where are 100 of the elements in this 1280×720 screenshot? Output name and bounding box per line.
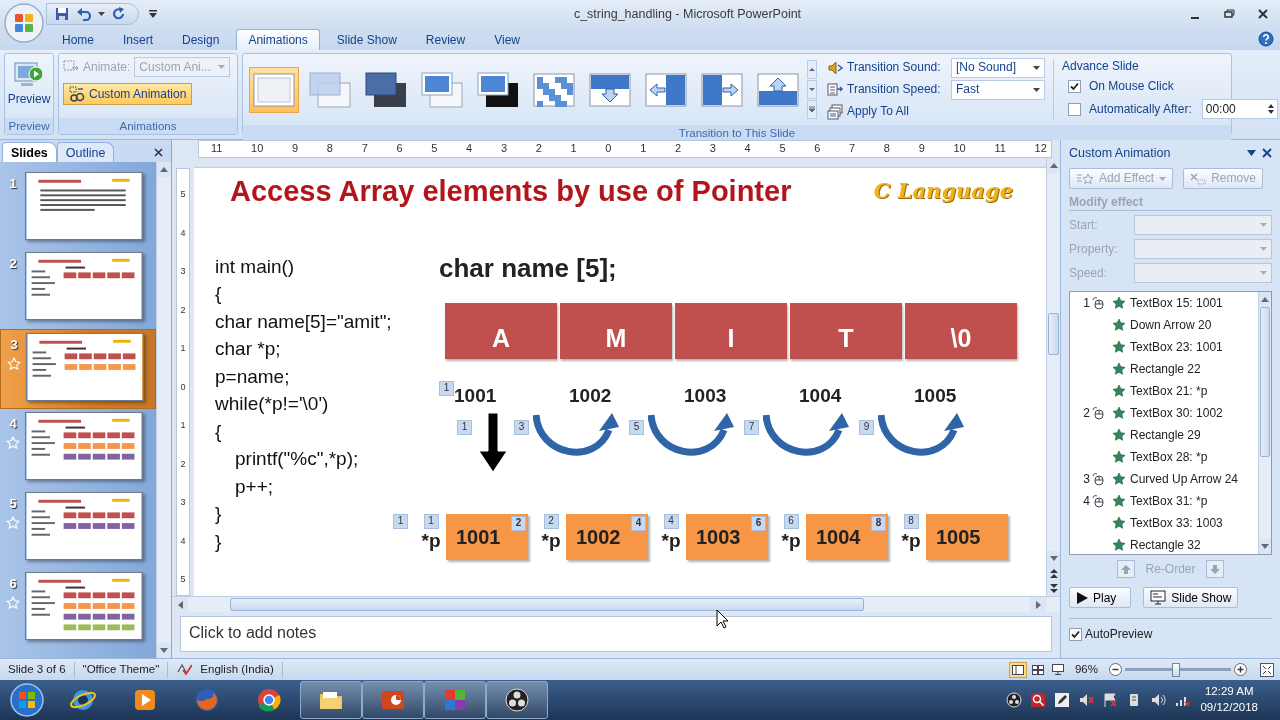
slide-thumbnail[interactable]: [25, 252, 143, 320]
speaker-icon[interactable]: [1078, 692, 1095, 708]
zoom-level[interactable]: 96%: [1074, 662, 1098, 677]
order-number: 4: [1082, 494, 1091, 509]
close-icon[interactable]: [1262, 148, 1272, 158]
volume-icon[interactable]: [1150, 692, 1167, 708]
clock-time[interactable]: 12:29 AM: [1204, 685, 1254, 699]
pane-tab[interactable]: Outline: [56, 142, 115, 162]
close-button[interactable]: [154, 148, 163, 157]
effect-item[interactable]: TextBox 33: 1003: [1070, 512, 1258, 535]
remove-icon: [1190, 172, 1207, 185]
ruler-number: 5: [431, 142, 438, 156]
taskbar-button[interactable]: [300, 681, 362, 719]
ribbon-tab[interactable]: Animations: [236, 29, 320, 50]
normal-view-button[interactable]: [1008, 661, 1027, 678]
scroll-down-button[interactable]: [1047, 551, 1060, 566]
ribbon-tab[interactable]: Review: [413, 29, 478, 50]
scroll-left-icon: [177, 600, 183, 609]
effect-item[interactable]: TextBox 28: *p: [1070, 446, 1258, 469]
scroll-right-icon: [1035, 600, 1041, 609]
scroll-thumb[interactable]: [1260, 307, 1270, 458]
caret-icon[interactable]: [1247, 150, 1256, 156]
effect-item[interactable]: Rectangle 29: [1070, 424, 1258, 447]
array-cell: M: [560, 302, 672, 359]
apply-to-all-button[interactable]: Apply To All: [827, 101, 1045, 122]
ruler-number: 1: [180, 343, 186, 354]
notes-field[interactable]: Click to add notes: [180, 616, 1052, 652]
transition-thumbnail[interactable]: [249, 66, 299, 113]
spinner-icon[interactable]: [1267, 103, 1274, 116]
ribbon-tab[interactable]: Slide Show: [324, 29, 409, 50]
zoom-out-button[interactable]: [1109, 663, 1122, 676]
sound-dropdown[interactable]: [No Sound]: [951, 57, 1045, 78]
redo-icon[interactable]: [112, 7, 126, 21]
magnifier-icon[interactable]: [1030, 692, 1047, 708]
effect-item[interactable]: 3 Curved Up Arrow 24: [1070, 468, 1258, 491]
gallery-more-button[interactable]: [807, 100, 817, 119]
ribbon-tab[interactable]: View: [482, 29, 532, 50]
undo-icon[interactable]: [76, 7, 91, 21]
flag-icon[interactable]: [1102, 692, 1119, 708]
zoom-slider[interactable]: [1171, 662, 1180, 677]
effect-item[interactable]: 1 TextBox 15: 1001: [1070, 292, 1258, 315]
checkbox[interactable]: [1068, 102, 1081, 116]
slide-thumbnail[interactable]: [25, 572, 143, 640]
scroll-down-icon: [1049, 556, 1058, 561]
scroll-thumb[interactable]: [1048, 313, 1059, 355]
slide-thumbnail[interactable]: [26, 333, 144, 401]
slideshow-view-icon: [1051, 664, 1064, 675]
ruler-number: 1: [570, 142, 577, 156]
scroll-left-button[interactable]: [172, 597, 188, 612]
customize-icon[interactable]: [149, 10, 157, 18]
field-label: Property:: [1069, 242, 1119, 257]
zoom-in-button[interactable]: [1234, 663, 1247, 676]
effect-item[interactable]: Rectangle 32: [1070, 534, 1258, 557]
scroll-down-button[interactable]: [157, 643, 171, 658]
ribbon-tab[interactable]: Home: [50, 29, 106, 50]
ribbon-tab[interactable]: Insert: [111, 29, 166, 50]
effect-item[interactable]: 4 TextBox 31: *p: [1070, 490, 1258, 513]
spelling-icon[interactable]: [176, 662, 193, 677]
pen-icon[interactable]: [1054, 692, 1071, 708]
scroll-up-button[interactable]: [1047, 158, 1060, 173]
effect-item[interactable]: Rectangle 22: [1070, 358, 1258, 381]
play-button[interactable]: Play: [1069, 587, 1132, 609]
effect-item[interactable]: TextBox 23: 1001: [1070, 336, 1258, 359]
effect-item[interactable]: 2 TextBox 30: 1002: [1070, 402, 1258, 425]
slide-thumbnail[interactable]: [25, 172, 143, 240]
office-button[interactable]: [3, 2, 45, 44]
slide-thumbnail[interactable]: [25, 412, 143, 480]
ruler-number: 3: [500, 142, 508, 156]
slide-show-button[interactable]: Slide Show: [1143, 587, 1239, 609]
time-field[interactable]: 00:00: [1201, 99, 1278, 120]
pane-tab[interactable]: Slides: [2, 142, 57, 162]
custom-animation-button[interactable]: Custom Animation: [63, 83, 193, 105]
clock-date[interactable]: 09/12/2018: [1200, 701, 1258, 715]
help-icon[interactable]: [1258, 31, 1274, 47]
speed-dropdown[interactable]: Fast: [951, 79, 1045, 100]
previous-slide-button[interactable]: [1047, 566, 1060, 581]
scroll-up-button[interactable]: [1259, 292, 1271, 308]
scroll-up-button[interactable]: [157, 162, 171, 177]
recorder-icon[interactable]: [1006, 692, 1023, 708]
caret-icon: [1260, 271, 1267, 276]
next-slide-button[interactable]: [1047, 581, 1060, 596]
effect-item[interactable]: Down Arrow 20: [1070, 314, 1258, 337]
slide-thumbnail[interactable]: [25, 492, 143, 560]
preview-button[interactable]: Preview: [3, 57, 55, 115]
scroll-down-button[interactable]: [1259, 539, 1271, 555]
scroll-down-button[interactable]: [807, 80, 817, 99]
taskbar-button[interactable]: [486, 681, 548, 719]
array-cell: I: [675, 302, 787, 359]
star-icon: [1112, 428, 1126, 443]
save-icon[interactable]: [55, 7, 69, 21]
scroll-thumb[interactable]: [230, 598, 864, 611]
effect-item[interactable]: TextBox 21: *p: [1070, 380, 1258, 403]
star-icon: [1112, 296, 1126, 311]
ribbon-tab[interactable]: Design: [170, 29, 232, 50]
pointer-value: 1001: [456, 524, 501, 549]
fit-to-window-button[interactable]: [1260, 662, 1274, 677]
scroll-right-button[interactable]: [1030, 597, 1046, 612]
taskbar-button[interactable]: [362, 681, 424, 719]
scroll-up-button[interactable]: [807, 60, 817, 79]
animation-tag: 8: [871, 515, 886, 531]
